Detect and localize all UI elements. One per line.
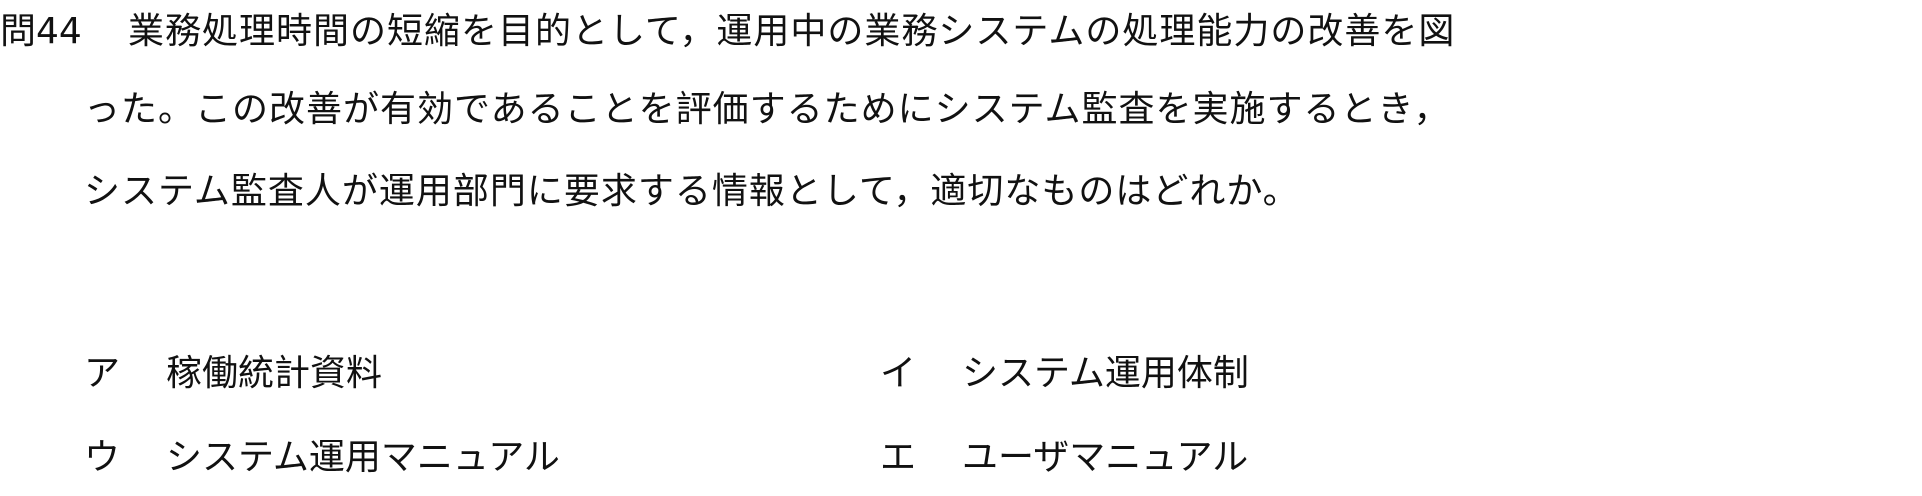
- choice-a[interactable]: ア 稼働統計資料: [84, 352, 382, 396]
- choice-a-label: ア: [84, 353, 121, 394]
- choice-e-label: エ: [880, 437, 917, 478]
- choice-e[interactable]: エ ユーザマニュアル: [880, 436, 1248, 480]
- question-number: 問44: [0, 11, 82, 52]
- choice-i[interactable]: イ システム運用体制: [880, 352, 1249, 396]
- choice-a-text: 稼働統計資料: [166, 353, 383, 394]
- question-text-line-2: った。この改善が有効であることを評価するためにシステム監査を実施するとき，: [84, 89, 1451, 130]
- question-text-line-3: システム監査人が運用部門に要求する情報として，適切なものはどれか。: [84, 171, 1300, 212]
- question-text-line-1: 業務処理時間の短縮を目的として，運用中の業務システムの処理能力の改善を図: [128, 11, 1456, 52]
- choice-i-label: イ: [880, 353, 917, 394]
- choice-u[interactable]: ウ システム運用マニュアル: [84, 436, 560, 480]
- choice-e-text: ユーザマニュアル: [962, 437, 1249, 478]
- choice-i-text: システム運用体制: [962, 353, 1249, 394]
- choice-u-text: システム運用マニュアル: [166, 437, 560, 478]
- exam-question-page: 問44 業務処理時間の短縮を目的として，運用中の業務システムの処理能力の改善を図…: [0, 0, 1922, 496]
- choice-u-label: ウ: [84, 437, 121, 478]
